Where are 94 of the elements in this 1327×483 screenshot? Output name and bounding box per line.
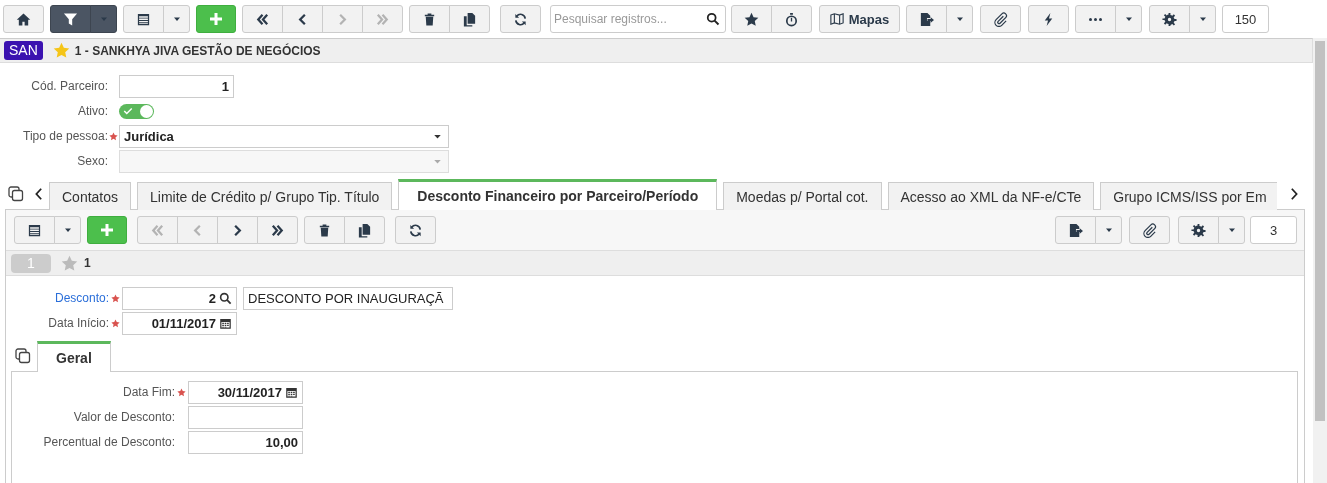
search-field[interactable]: Pesquisar registros... xyxy=(550,5,726,33)
duplicate-button[interactable] xyxy=(344,216,385,244)
attach-button[interactable] xyxy=(980,5,1021,33)
tab[interactable]: Geral xyxy=(37,341,111,372)
settings-icon xyxy=(1162,11,1177,27)
field-label: Percentual de Desconto: xyxy=(42,435,175,449)
export-button[interactable] xyxy=(1055,216,1096,244)
plus-icon xyxy=(99,222,115,238)
export-button[interactable] xyxy=(906,5,947,33)
paperclip-icon xyxy=(1142,222,1157,238)
tab[interactable]: Contatos xyxy=(49,182,132,210)
double-chevron-right-icon xyxy=(270,222,285,238)
record-title: 1 - SANKHYA JIVA GESTÃO DE NEGÓCIOS xyxy=(74,43,321,58)
duplicate-button[interactable] xyxy=(449,5,490,33)
double-chevron-left-icon xyxy=(150,222,165,238)
field-label: Sexo: xyxy=(76,154,108,168)
copy-icon[interactable] xyxy=(15,348,31,364)
tab[interactable]: Moedas p/ Portal cot. xyxy=(723,182,882,210)
maps-button[interactable]: Mapas xyxy=(819,5,900,33)
field-label: Valor de Desconto: xyxy=(72,410,175,424)
grid-view-button[interactable] xyxy=(14,216,55,244)
copy-icon xyxy=(462,11,477,27)
previous-button[interactable] xyxy=(282,5,323,33)
first-button[interactable] xyxy=(242,5,283,33)
more-icon xyxy=(1088,17,1103,21)
plus-icon xyxy=(208,11,224,27)
search-icon[interactable] xyxy=(219,291,232,305)
map-icon xyxy=(829,12,844,26)
select-field[interactable]: Jurídica xyxy=(119,124,449,148)
refresh-button[interactable] xyxy=(395,216,436,244)
tab[interactable]: Desconto Financeiro por Parceiro/Período xyxy=(398,179,718,210)
settings-button[interactable] xyxy=(1149,5,1190,33)
table-icon xyxy=(27,222,42,238)
next-button[interactable] xyxy=(217,216,258,244)
field-label: Data Fim: xyxy=(122,385,175,399)
home-icon xyxy=(16,11,31,27)
copy-icon[interactable] xyxy=(8,186,24,202)
settings-button[interactable] xyxy=(1178,216,1219,244)
badge: SAN xyxy=(4,41,43,60)
field-label: Tipo de pessoa: xyxy=(22,129,108,143)
field-link[interactable]: Desconto: xyxy=(6,291,109,305)
paperclip-icon xyxy=(993,11,1008,27)
favorite-button[interactable] xyxy=(731,5,772,33)
calendar-icon[interactable] xyxy=(285,385,298,399)
field-label: Cód. Parceiro: xyxy=(30,79,108,93)
tab[interactable]: Limite de Crédito p/ Grupo Tip. Título xyxy=(137,182,393,210)
trash-icon xyxy=(317,222,332,238)
double-chevron-right-icon xyxy=(375,11,390,27)
input-field[interactable]: 2 xyxy=(122,286,237,310)
timer-button[interactable] xyxy=(771,5,812,33)
tab[interactable]: Grupo ICMS/ISS por Em xyxy=(1100,182,1277,210)
page-size-field[interactable]: 3 xyxy=(1250,216,1297,244)
scrollbar-thumb[interactable] xyxy=(1315,41,1325,421)
date-field[interactable]: 01/11/2017 xyxy=(122,311,237,335)
refresh-icon xyxy=(513,11,528,27)
double-chevron-left-icon xyxy=(255,11,270,27)
scrollbar[interactable] xyxy=(1313,38,1327,483)
star-icon[interactable] xyxy=(61,254,78,272)
add-button[interactable] xyxy=(87,216,127,244)
check-icon xyxy=(123,106,133,116)
description-field[interactable]: DESCONTO POR INAUGURAÇÃ xyxy=(243,286,453,310)
trash-icon xyxy=(422,11,437,27)
stopwatch-icon xyxy=(784,11,799,27)
grid-view-button[interactable] xyxy=(123,5,164,33)
copy-icon xyxy=(357,222,372,238)
action-button[interactable] xyxy=(1028,5,1069,33)
search-icon[interactable] xyxy=(706,12,720,26)
field-label: Ativo: xyxy=(77,104,108,118)
page-size-field[interactable]: 150 xyxy=(1222,5,1269,33)
input-field[interactable]: 1 xyxy=(119,74,234,98)
field-label: Data Início: xyxy=(47,316,109,330)
delete-button[interactable] xyxy=(409,5,450,33)
refresh-button[interactable] xyxy=(500,5,541,33)
filter-button[interactable] xyxy=(50,5,91,33)
star-icon xyxy=(744,11,759,27)
export-icon xyxy=(919,11,934,27)
star-icon[interactable] xyxy=(52,42,70,59)
calendar-icon[interactable] xyxy=(219,316,232,330)
filter-icon xyxy=(63,11,78,27)
add-button[interactable] xyxy=(196,5,236,33)
attach-button[interactable] xyxy=(1129,216,1170,244)
input-field[interactable] xyxy=(188,405,303,429)
date-field[interactable]: 30/11/2017 xyxy=(188,380,303,404)
last-button[interactable] xyxy=(257,216,298,244)
toggle-switch[interactable] xyxy=(119,103,154,119)
input-field[interactable]: 10,00 xyxy=(188,430,303,454)
tab[interactable]: Acesso ao XML da NF-e/CTe xyxy=(887,182,1095,210)
delete-button[interactable] xyxy=(304,216,345,244)
export-icon xyxy=(1068,222,1083,238)
table-icon xyxy=(136,11,151,27)
record-label: 1 xyxy=(84,256,91,270)
home-button[interactable] xyxy=(3,5,44,33)
refresh-icon xyxy=(408,222,423,238)
settings-icon xyxy=(1191,222,1206,238)
